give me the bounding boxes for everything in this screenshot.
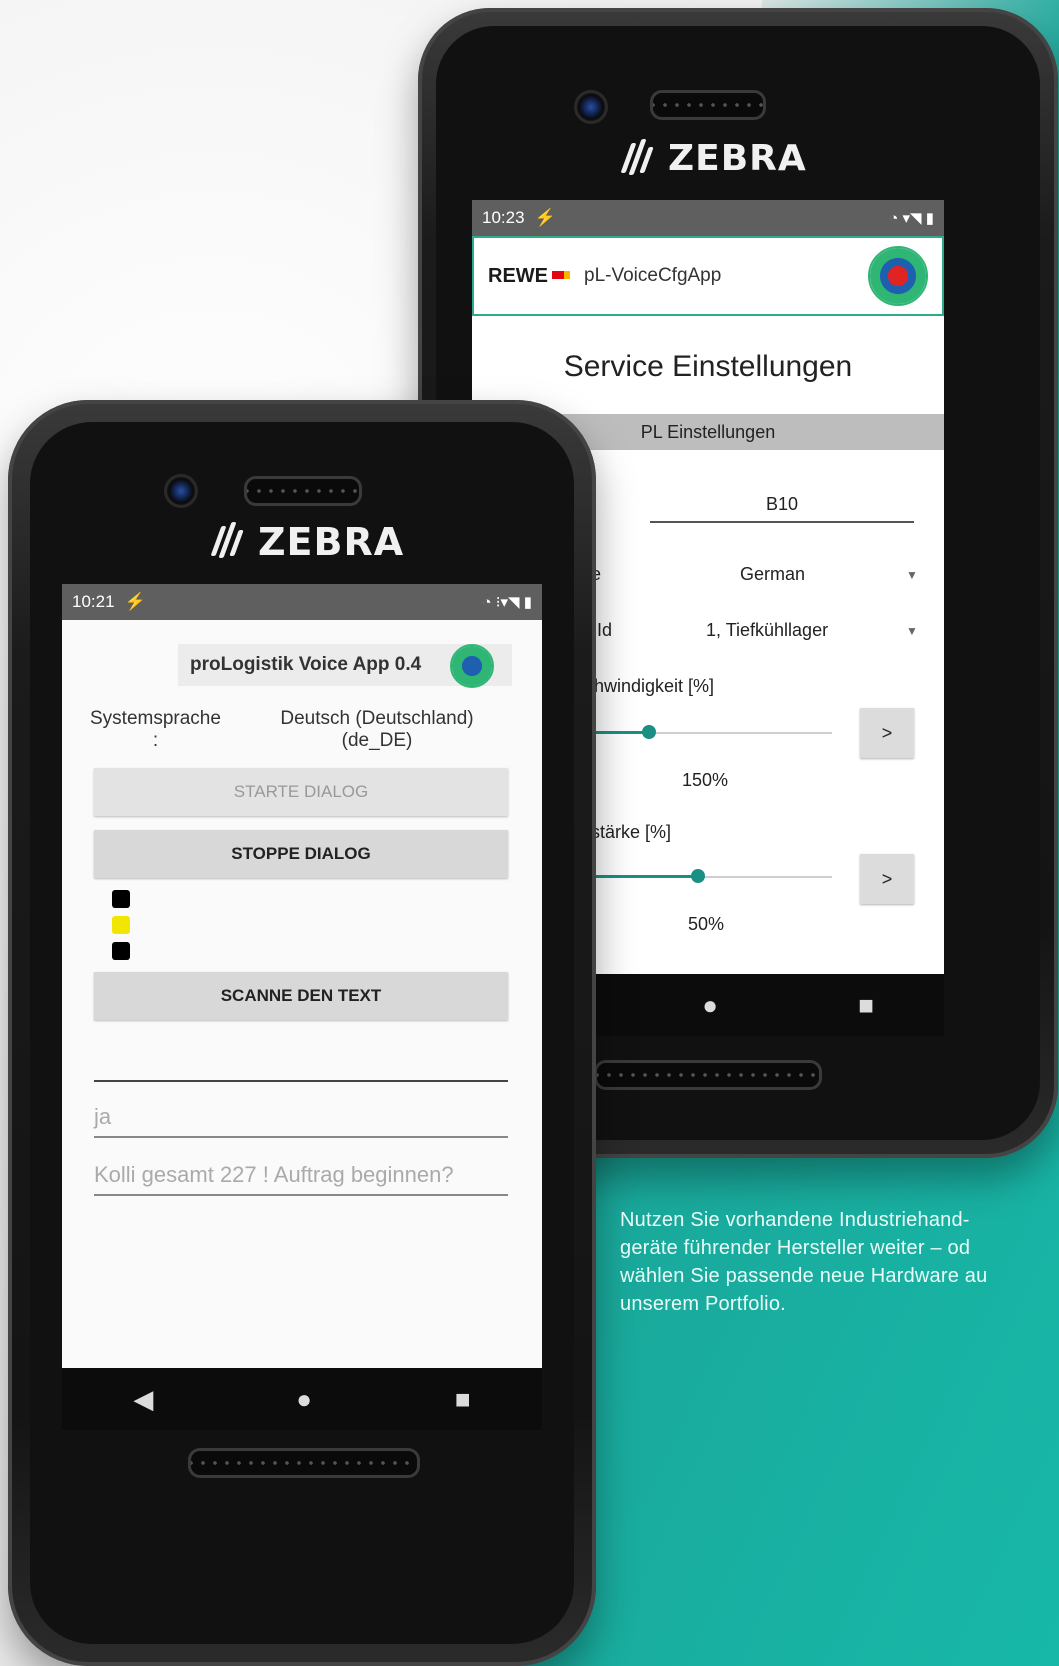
marketing-caption: Nutzen Sie vorhandene Industriehand- ger… [620, 1206, 1059, 1318]
speed-next-button[interactable]: > [860, 708, 914, 758]
brand-name: ZEBRA [668, 138, 807, 179]
status-icons: ◔ ▾◥ ▮ [889, 210, 934, 227]
system-language-value: Deutsch (Deutschland) (de_DE) [280, 708, 474, 751]
brand-logo: ZEBRA [210, 520, 404, 564]
camera-icon [574, 90, 608, 124]
speed-value: 150% [682, 770, 729, 790]
partner-logo: REWE [488, 264, 564, 288]
prompt-field[interactable]: Kolli gesamt 227 ! Auftrag beginnen? [94, 1162, 508, 1196]
status-indicator [112, 916, 130, 934]
status-indicator [112, 942, 130, 960]
brand-name: ZEBRA [258, 520, 405, 564]
volume-slider-knob[interactable] [690, 869, 705, 883]
app-logo-icon [450, 644, 494, 688]
page-title: Service Einstellungen [563, 350, 853, 383]
camera-icon [164, 474, 198, 508]
notification-icon: ⚡ [534, 208, 556, 227]
speed-label: schwindigkeit [%] [576, 676, 715, 696]
zebra-icon [210, 522, 250, 562]
status-bar: 10:21 ⚡ ◔ ⁝▾◥ ▮ [62, 584, 542, 620]
chevron-down-icon[interactable]: ▼ [906, 568, 918, 582]
caption-line: wählen Sie passende neue Hardware au [620, 1265, 988, 1287]
speaker-grille-bottom [594, 1060, 822, 1090]
speaker-grille [244, 476, 362, 506]
speaker-grille [650, 90, 766, 120]
answer-field[interactable]: ja [94, 1104, 508, 1138]
recent-apps-icon[interactable]: ■ [455, 1384, 471, 1415]
system-language-label: Systemsprache : [90, 708, 221, 751]
scan-text-button[interactable]: SCANNE DEN TEXT [94, 972, 508, 1020]
speed-slider-knob[interactable] [642, 725, 656, 739]
status-indicator [112, 890, 130, 908]
brand-logo: ZEBRA [620, 138, 807, 179]
home-icon[interactable]: ● [702, 990, 718, 1021]
speaker-grille-bottom [188, 1448, 420, 1478]
chevron-down-icon[interactable]: ▼ [906, 624, 918, 638]
app-header: REWE pL-VoiceCfgApp [472, 236, 944, 316]
partner-name: REWE [488, 264, 548, 287]
status-icons: ◔ ⁝▾◥ ▮ [482, 594, 532, 611]
app-title: pL-VoiceCfgApp [584, 265, 722, 286]
warehouse-select[interactable]: 1, Tiefkühllager [706, 620, 828, 641]
language-select[interactable]: German [740, 564, 805, 585]
caption-line: Nutzen Sie vorhandene Industriehand- [620, 1209, 970, 1231]
speed-slider-fill [588, 731, 649, 734]
notification-icon: ⚡ [124, 592, 146, 611]
screen-voice-app: 10:21 ⚡ ◔ ⁝▾◥ ▮ proLogistik Voice App 0.… [62, 584, 542, 1430]
status-bar: 10:23 ⚡ ◔ ▾◥ ▮ [472, 200, 944, 236]
home-icon[interactable]: ● [296, 1384, 312, 1415]
caption-line: geräte führender Hersteller weiter – od [620, 1237, 971, 1259]
volume-next-button[interactable]: > [860, 854, 914, 904]
volume-slider-fill [588, 875, 698, 878]
location-field[interactable]: B10 [650, 494, 914, 523]
nav-bar: ◀ ● ■ [62, 1368, 542, 1430]
start-dialog-button[interactable]: STARTE DIALOG [94, 768, 508, 816]
recent-apps-icon[interactable]: ■ [858, 990, 874, 1021]
status-time: 10:21 [72, 592, 115, 611]
caption-line: unserem Portfolio. [620, 1293, 786, 1315]
back-icon[interactable]: ◀ [133, 1384, 153, 1415]
status-time: 10:23 [482, 208, 525, 227]
volume-value: 50% [688, 914, 725, 934]
app-logo-icon [868, 246, 928, 306]
stop-dialog-button[interactable]: STOPPE DIALOG [94, 830, 508, 878]
input-field[interactable] [94, 1044, 508, 1082]
zebra-icon [620, 138, 660, 179]
